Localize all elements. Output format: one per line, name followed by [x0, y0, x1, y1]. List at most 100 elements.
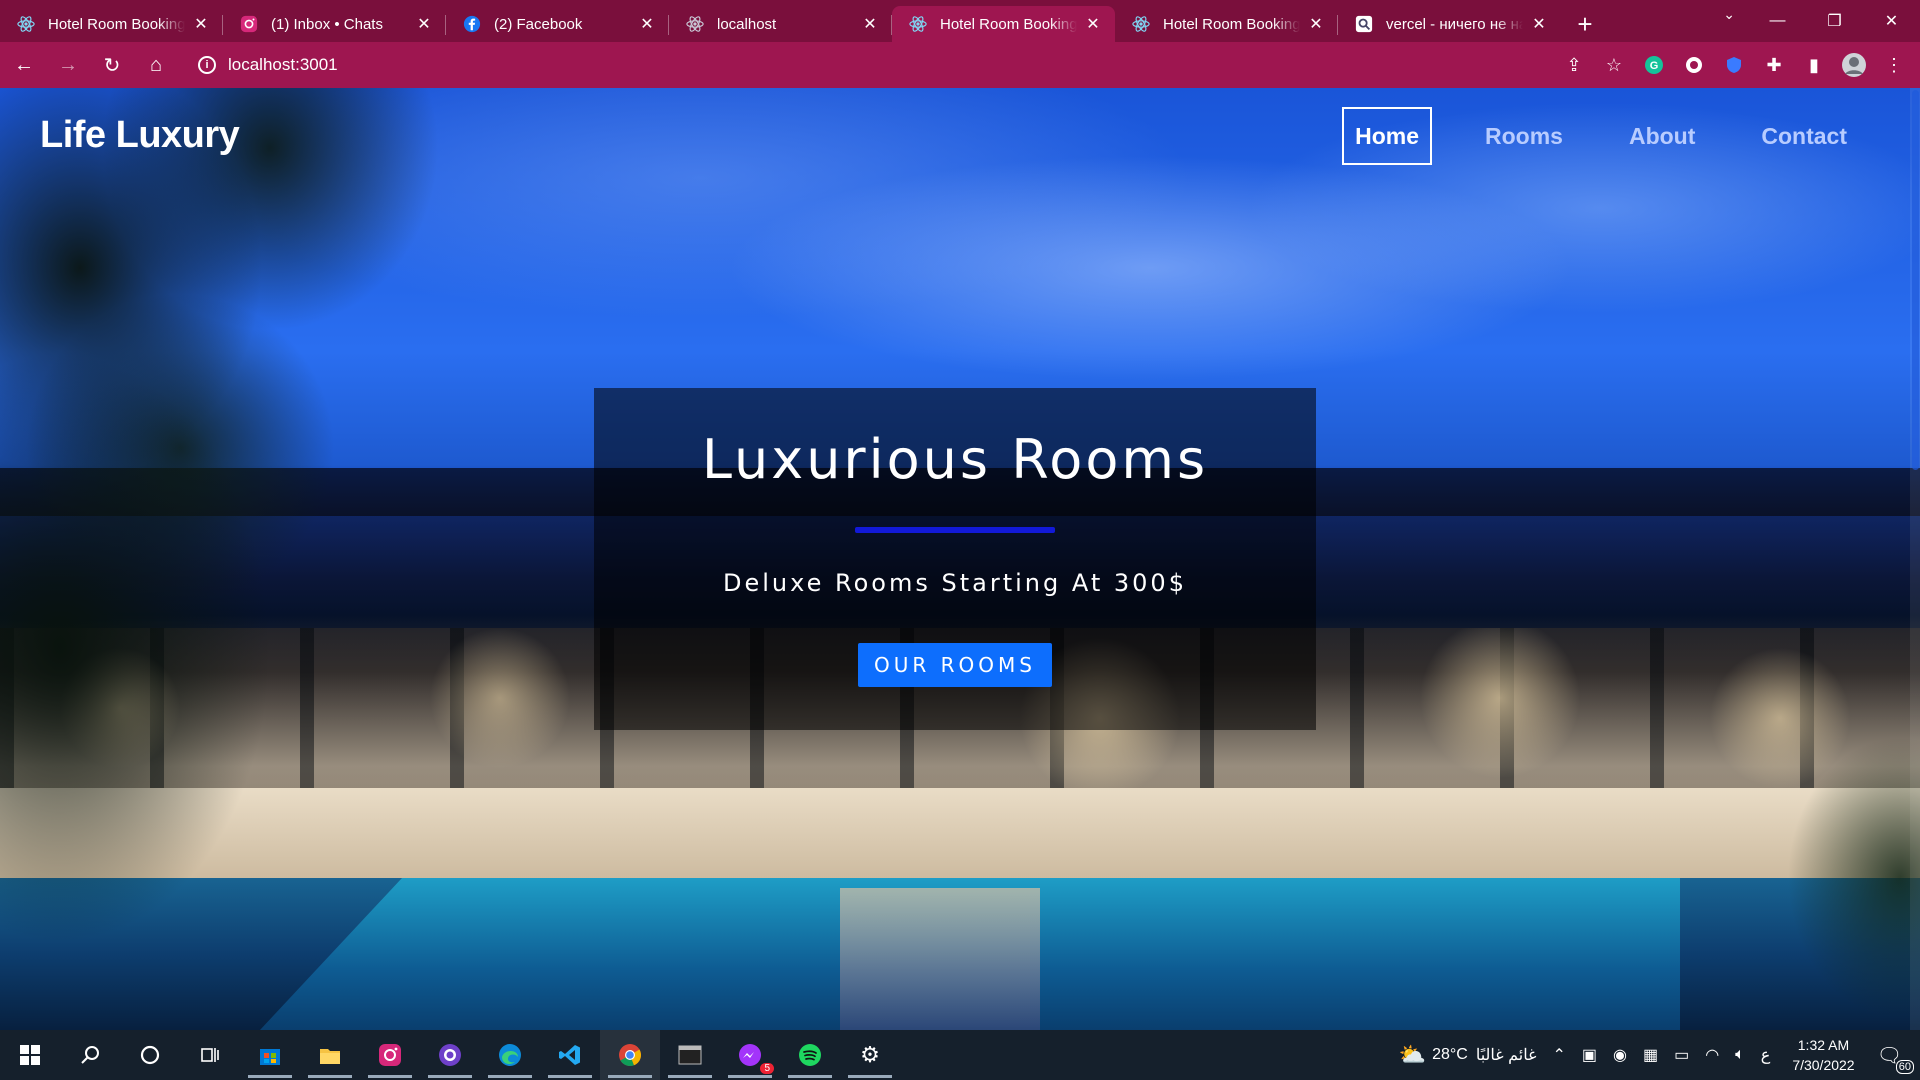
back-icon[interactable]: ← — [4, 47, 44, 83]
microsoft-store-icon[interactable] — [240, 1030, 300, 1080]
tab-title: localhost — [717, 15, 777, 33]
home-icon[interactable]: ⌂ — [136, 47, 176, 83]
share-icon[interactable]: ⇪ — [1558, 49, 1590, 81]
tab-title: vercel - ничего не на — [1386, 15, 1523, 33]
tab-3[interactable]: (2) Facebook ✕ — [446, 6, 669, 42]
facebook-icon — [462, 14, 482, 34]
forward-icon[interactable]: → — [48, 47, 88, 83]
vscode-icon[interactable] — [540, 1030, 600, 1080]
clock[interactable]: 1:32 AM 7/30/2022 — [1778, 1035, 1868, 1075]
close-tab-icon[interactable]: ✕ — [191, 14, 211, 34]
site-navbar: Life Luxury Home Rooms About Contact — [0, 88, 1920, 178]
reload-icon[interactable]: ↻ — [92, 47, 132, 83]
close-tab-icon[interactable]: ✕ — [1083, 14, 1103, 34]
close-tab-icon[interactable]: ✕ — [1306, 14, 1326, 34]
tray-network-icon[interactable]: ◉ — [1605, 1045, 1635, 1065]
menu-kebab-icon[interactable]: ⋮ — [1878, 49, 1910, 81]
spotify-icon[interactable] — [780, 1030, 840, 1080]
close-tab-icon[interactable]: ✕ — [860, 14, 880, 34]
tab-title: Hotel Room Booking — [48, 15, 185, 33]
url-text: localhost:3001 — [228, 55, 338, 74]
messenger-icon[interactable]: 5 — [720, 1030, 780, 1080]
tray-app-icon[interactable]: ▣ — [1574, 1045, 1605, 1065]
windows-taskbar: 5 ⚙ ⛅ 28°C غائم غالبًا ⌃ ▣ ◉ ▦ ▭ ◠ 🔈︎ ع … — [0, 1030, 1920, 1080]
tray-battery-icon[interactable]: ▭ — [1666, 1045, 1697, 1065]
nav-links: Home Rooms About Contact — [1342, 107, 1860, 165]
nav-contact[interactable]: Contact — [1748, 107, 1860, 165]
hero-title-underline — [855, 527, 1055, 533]
windows-start-icon[interactable] — [0, 1030, 60, 1080]
tab-title: Hotel Room Booking — [1163, 15, 1300, 33]
extension-circle-icon[interactable] — [1678, 49, 1710, 81]
show-hidden-icons-chevron-icon[interactable]: ⌃ — [1544, 1045, 1573, 1065]
edge-browser-icon[interactable] — [480, 1030, 540, 1080]
react-icon — [16, 14, 36, 34]
clock-time: 1:32 AM — [1797, 1037, 1850, 1053]
tab-title: (1) Inbox • Chats — [271, 15, 383, 33]
close-tab-icon[interactable]: ✕ — [414, 14, 434, 34]
tab-4[interactable]: localhost ✕ — [669, 6, 892, 42]
svg-text:G: G — [1650, 60, 1659, 72]
grammarly-extension-icon[interactable]: G — [1638, 49, 1670, 81]
tab-title: Hotel Room Booking — [940, 15, 1077, 33]
nav-home[interactable]: Home — [1342, 107, 1432, 165]
file-explorer-icon[interactable] — [300, 1030, 360, 1080]
close-window-icon[interactable]: ✕ — [1863, 0, 1920, 42]
react-icon — [1131, 14, 1151, 34]
tab-1[interactable]: Hotel Room Booking ✕ — [0, 6, 223, 42]
profile-avatar[interactable] — [1838, 49, 1870, 81]
chrome-browser-icon[interactable] — [600, 1030, 660, 1080]
tab-6[interactable]: Hotel Room Booking ✕ — [1115, 6, 1338, 42]
input-language[interactable]: ع — [1753, 1045, 1779, 1065]
hero-subtitle: Deluxe Rooms Starting At 300$ — [723, 569, 1187, 597]
react-icon — [685, 14, 705, 34]
scrollbar-thumb[interactable] — [1912, 90, 1919, 470]
tab-5-active[interactable]: Hotel Room Booking ✕ — [892, 6, 1115, 42]
terminal-icon[interactable] — [660, 1030, 720, 1080]
nav-rooms[interactable]: Rooms — [1472, 107, 1576, 165]
wifi-icon[interactable]: ◠ — [1697, 1045, 1727, 1065]
close-tab-icon[interactable]: ✕ — [1529, 14, 1549, 34]
weather-widget[interactable]: ⛅ 28°C غائم غالبًا — [1391, 1042, 1545, 1068]
volume-icon[interactable]: 🔈︎ — [1727, 1046, 1753, 1064]
settings-gear-icon[interactable]: ⚙ — [840, 1030, 900, 1080]
instagram-icon — [239, 14, 259, 34]
restore-icon[interactable]: ❐ — [1806, 0, 1863, 42]
clock-date: 7/30/2022 — [1792, 1057, 1855, 1073]
hero-title: Luxurious Rooms — [701, 428, 1209, 491]
our-rooms-button[interactable]: OUR ROOMS — [858, 643, 1052, 687]
system-tray: ⛅ 28°C غائم غالبًا ⌃ ▣ ◉ ▦ ▭ ◠ 🔈︎ ع 1:32… — [1391, 1030, 1920, 1080]
new-tab-button[interactable]: + — [1567, 6, 1603, 42]
minimize-icon[interactable]: — — [1749, 0, 1806, 42]
tray-nvidia-icon[interactable]: ▦ — [1635, 1045, 1666, 1065]
search-icon[interactable] — [60, 1030, 120, 1080]
page-viewport: Life Luxury Home Rooms About Contact Lux… — [0, 88, 1920, 1030]
close-tab-icon[interactable]: ✕ — [637, 14, 657, 34]
action-center-icon[interactable]: 🗨︎ 60 — [1869, 1043, 1920, 1074]
browser-tab-strip: Hotel Room Booking ✕ (1) Inbox • Chats ✕… — [0, 0, 1920, 42]
react-icon — [908, 14, 928, 34]
notification-badge: 5 — [760, 1063, 774, 1074]
tab-search-chevron-icon[interactable]: ⌄ — [1723, 6, 1735, 23]
extension-shield-icon[interactable] — [1718, 49, 1750, 81]
task-view-icon[interactable] — [180, 1030, 240, 1080]
weather-cloud-icon: ⛅ — [1398, 1042, 1427, 1067]
search-icon — [1354, 14, 1374, 34]
notification-count: 60 — [1895, 1059, 1914, 1074]
nav-about[interactable]: About — [1616, 107, 1708, 165]
tab-2[interactable]: (1) Inbox • Chats ✕ — [223, 6, 446, 42]
page-scrollbar[interactable] — [1910, 88, 1920, 1030]
site-logo[interactable]: Life Luxury — [40, 114, 240, 157]
tab-7[interactable]: vercel - ничего не на ✕ — [1338, 6, 1561, 42]
extensions-puzzle-icon[interactable]: ✚ — [1758, 49, 1790, 81]
weather-temp: 28°C — [1432, 1046, 1468, 1063]
github-desktop-icon[interactable] — [420, 1030, 480, 1080]
site-info-icon[interactable]: i — [198, 56, 216, 74]
address-bar[interactable]: i localhost:3001 — [190, 47, 1550, 83]
weather-text: غائم غالبًا — [1475, 1047, 1537, 1064]
side-panel-icon[interactable]: ▮ — [1798, 49, 1830, 81]
instagram-app-icon[interactable] — [360, 1030, 420, 1080]
bookmark-star-icon[interactable]: ☆ — [1598, 49, 1630, 81]
cortana-icon[interactable] — [120, 1030, 180, 1080]
tab-title: (2) Facebook — [494, 15, 583, 33]
